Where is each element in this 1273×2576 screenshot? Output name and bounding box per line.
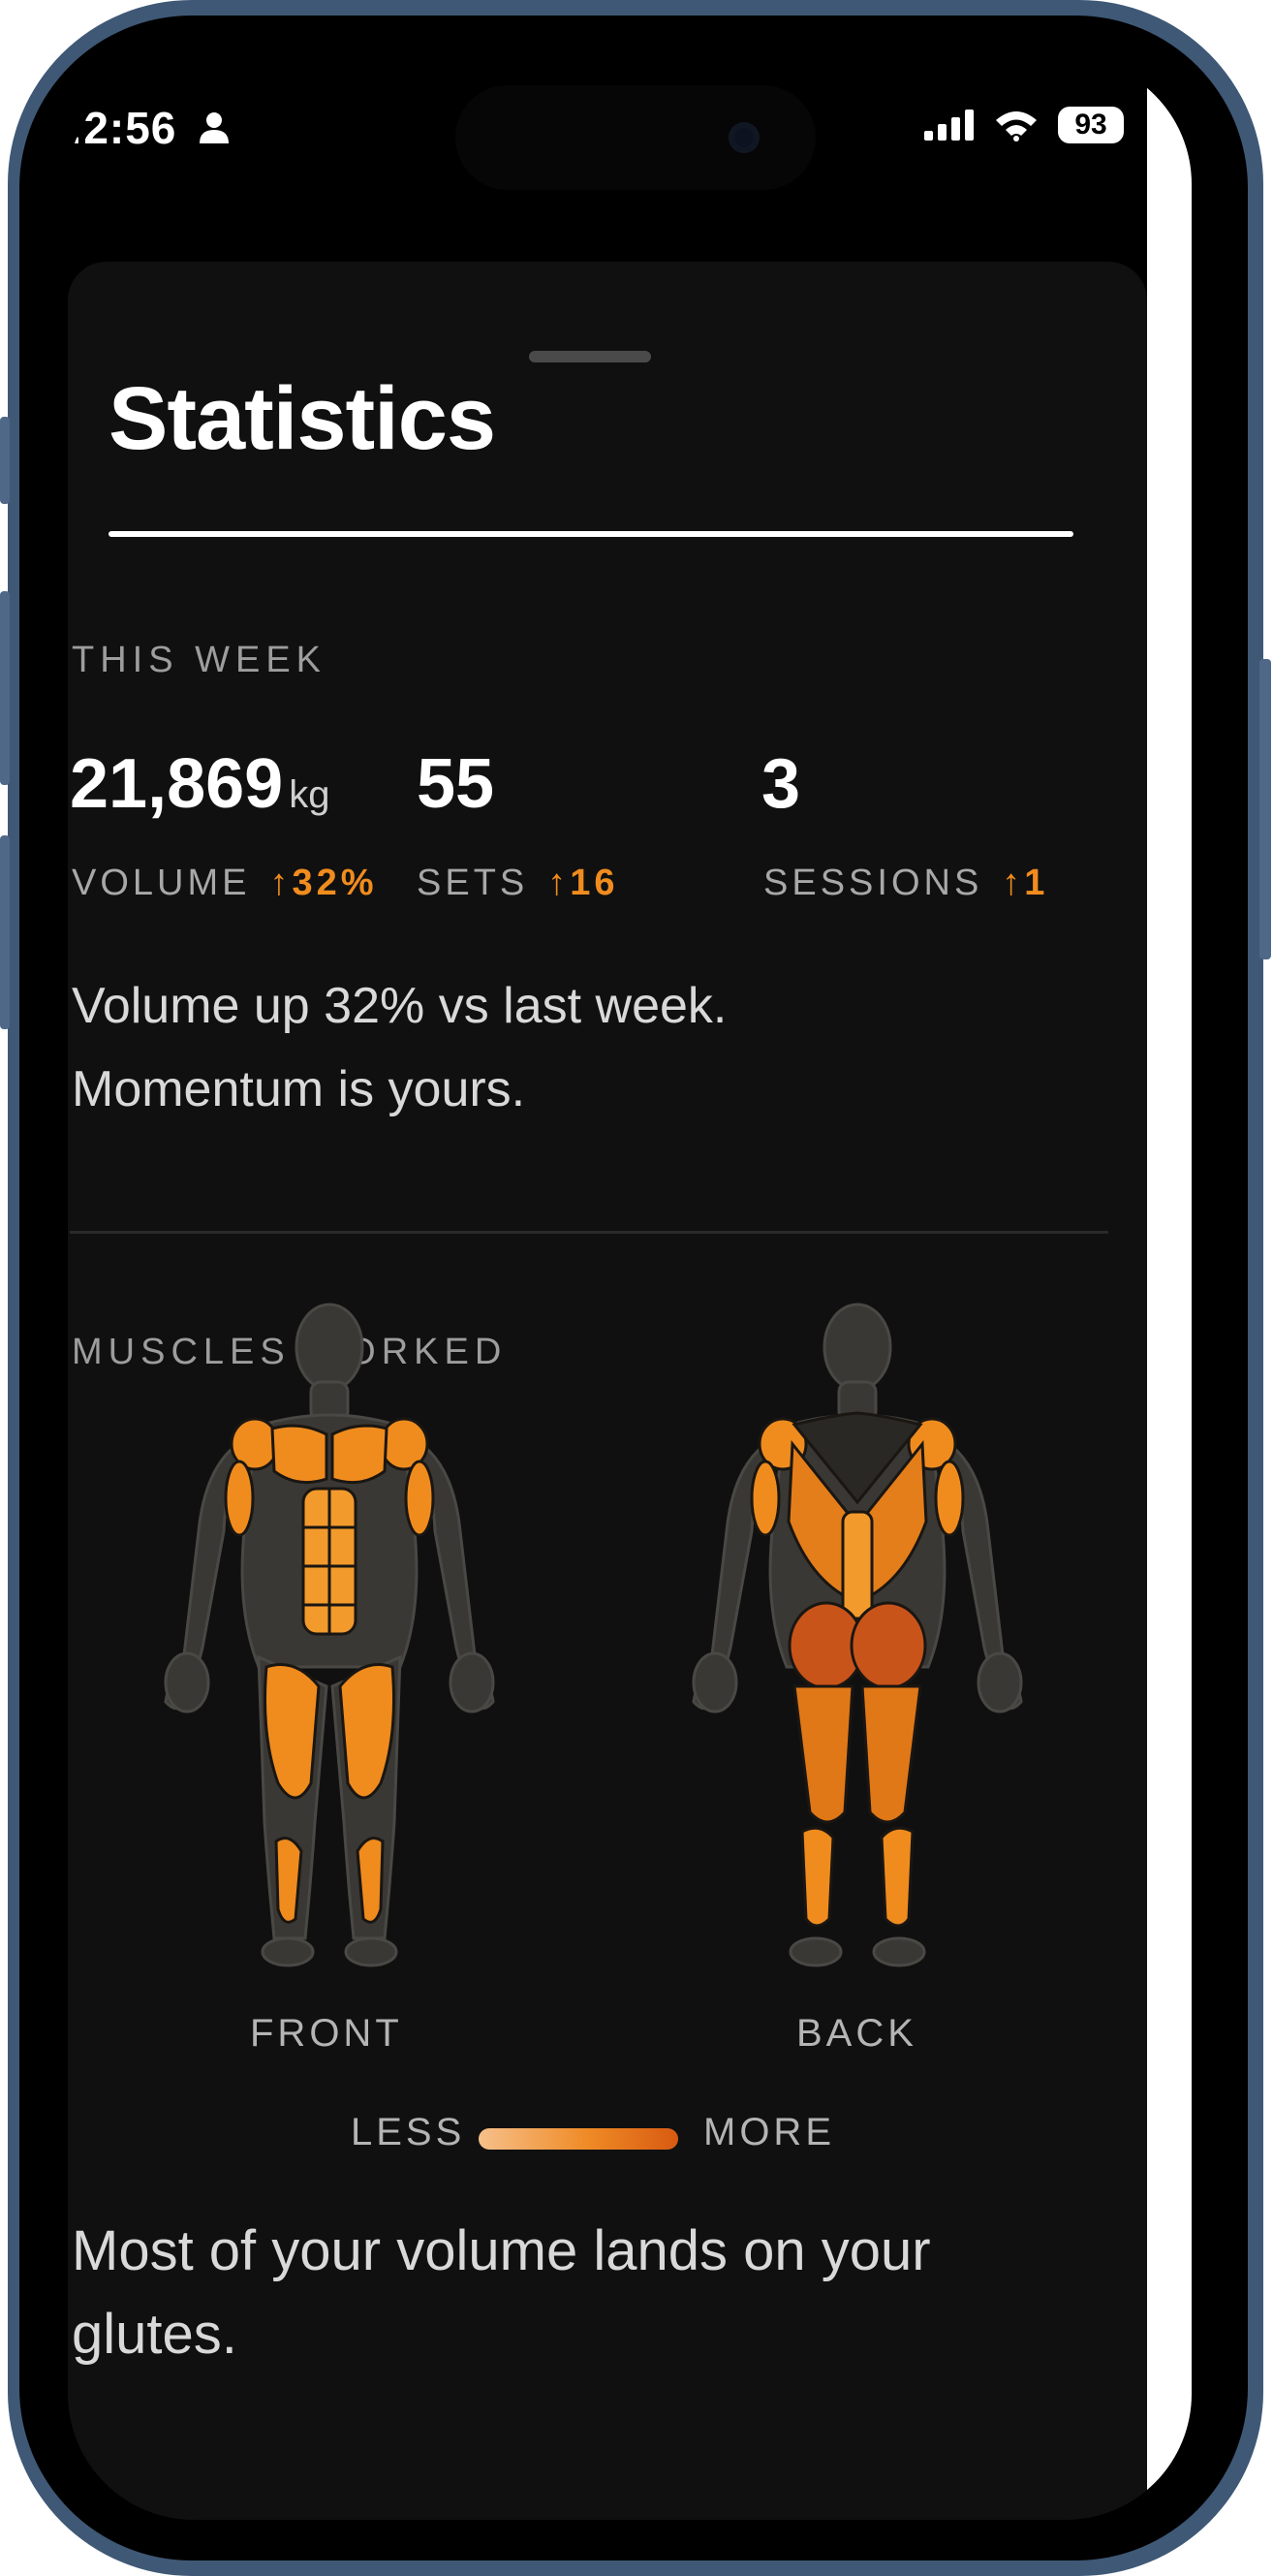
- screen-edge: [1147, 58, 1192, 2520]
- volume-stat: 21,869 kg: [70, 744, 329, 824]
- legend-less-label: LESS: [351, 2111, 466, 2153]
- summary-line-2: Momentum is yours.: [72, 1061, 526, 1117]
- front-label: FRONT: [250, 2012, 403, 2055]
- person-icon: [200, 112, 230, 143]
- sets-label-row: SETS ↑16: [417, 863, 619, 904]
- title-underline: [109, 531, 1073, 537]
- status-time: :2:56: [68, 102, 231, 154]
- intensity-legend-bar: [479, 2128, 678, 2150]
- sheet-grabber[interactable]: [529, 351, 651, 362]
- action-button: [0, 417, 10, 504]
- volume-label: VOLUME: [72, 863, 251, 903]
- front-body-figure[interactable]: [160, 1299, 499, 1967]
- legend-more-label: MORE: [703, 2111, 835, 2153]
- volume-down-button: [0, 835, 10, 1029]
- sessions-delta: ↑1: [1002, 863, 1049, 903]
- volume-unit: kg: [289, 773, 330, 816]
- volume-up-button: [0, 591, 10, 785]
- screen: :2:56 93 Statistics THIS WEEK 21,869 kg V…: [68, 58, 1192, 2520]
- volume-value: 21,869: [70, 745, 284, 823]
- muscle-insight-text: Most of your volume lands on your glutes…: [72, 2219, 931, 2366]
- page-title: Statistics: [109, 369, 496, 468]
- sessions-label: SESSIONS: [763, 863, 983, 903]
- back-body-figure[interactable]: [688, 1299, 1027, 1967]
- this-week-label: THIS WEEK: [72, 640, 327, 680]
- weekly-summary: Volume up 32% vs last week. Momentum is …: [72, 964, 727, 1131]
- volume-label-row: VOLUME ↑32%: [72, 863, 378, 904]
- sessions-value: 3: [761, 745, 801, 823]
- sets-delta: ↑16: [547, 863, 619, 903]
- battery-icon: 93: [1058, 107, 1124, 143]
- volume-delta: ↑32%: [269, 863, 378, 903]
- summary-line-1: Volume up 32% vs last week.: [72, 978, 728, 1034]
- dynamic-island: [455, 85, 816, 190]
- sets-value: 55: [417, 745, 495, 823]
- camera-icon: [729, 122, 760, 153]
- sessions-label-row: SESSIONS ↑1: [763, 863, 1048, 904]
- power-button: [1259, 659, 1271, 959]
- status-time-text: :2:56: [68, 103, 177, 153]
- section-divider: [70, 1231, 1108, 1234]
- wifi-icon: [996, 111, 1037, 141]
- status-icons: 93: [924, 107, 1124, 143]
- sets-label: SETS: [417, 863, 529, 903]
- battery-level: 93: [1074, 109, 1107, 141]
- cellular-signal-icon: [924, 110, 974, 141]
- back-label: BACK: [796, 2012, 917, 2055]
